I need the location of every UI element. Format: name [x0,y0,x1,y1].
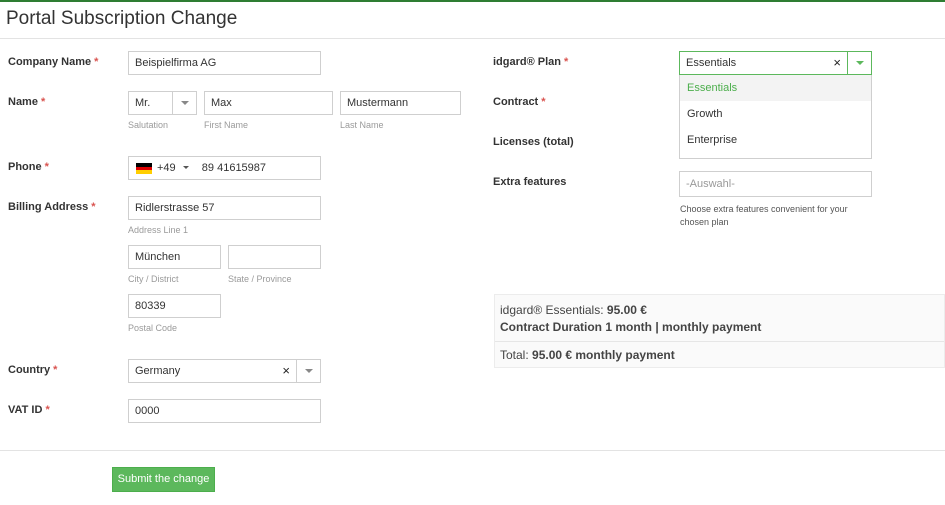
plan-value: Essentials [686,57,737,69]
salutation-value: Mr. [135,97,151,109]
clear-icon[interactable]: × [282,360,290,382]
footer-divider [0,450,945,451]
city-hint: City / District [128,274,179,284]
plan-option-enterprise[interactable]: Enterprise [680,127,871,153]
country-label: Country * [8,364,58,376]
summary-plan-line: idgard® Essentials: 95.00 € [500,303,647,317]
germany-flag-icon[interactable] [136,163,152,175]
chevron-down-icon[interactable] [847,52,871,74]
summary-divider [495,341,944,342]
city-input[interactable]: München [128,245,221,269]
last-name-hint: Last Name [340,120,384,130]
plan-option-growth[interactable]: Growth [680,101,871,127]
contract-label: Contract * [493,96,546,108]
vat-id-label: VAT ID * [8,404,50,416]
clear-icon[interactable]: × [833,52,841,74]
salutation-select[interactable]: Mr. [128,91,197,115]
postal-code-hint: Postal Code [128,323,178,333]
state-input[interactable] [228,245,321,269]
country-value: Germany [135,365,181,377]
company-name-input[interactable]: Beispielfirma AG [128,51,321,75]
licenses-label: Licenses (total) [493,136,574,148]
first-name-input[interactable]: Max [204,91,333,115]
summary-duration: Contract Duration 1 month | monthly paym… [500,320,762,334]
plan-select[interactable]: Essentials × [679,51,872,75]
plan-dropdown-menu: Essentials Growth Enterprise [679,75,872,159]
address-line1-input[interactable]: Ridlerstrasse 57 [128,196,321,220]
submit-change-button[interactable]: Submit the change [112,467,215,492]
phone-country-code[interactable]: +49 [157,162,176,174]
chevron-down-icon[interactable] [182,165,189,169]
phone-label: Phone * [8,161,49,173]
address-line1-hint: Address Line 1 [128,225,189,235]
company-name-label: Company Name * [8,56,99,68]
name-label: Name * [8,96,46,108]
phone-input[interactable]: +49 89 41615987 [128,156,321,180]
state-hint: State / Province [228,274,292,284]
summary-total-line: Total: 95.00 € monthly payment [500,348,675,362]
page-title: Portal Subscription Change [6,8,238,29]
phone-number-value: 89 41615987 [201,162,267,174]
billing-address-label: Billing Address * [8,201,96,213]
chevron-down-icon[interactable] [296,360,320,382]
salutation-hint: Salutation [128,120,169,130]
price-summary: idgard® Essentials: 95.00 € Contract Dur… [494,294,945,368]
plan-option-essentials[interactable]: Essentials [680,75,871,101]
first-name-hint: First Name [204,120,249,130]
extra-features-help: Choose extra features convenient for you… [680,204,848,227]
extra-features-label: Extra features [493,176,567,188]
top-accent-line [0,0,945,2]
plan-label: idgard® Plan * [493,56,569,68]
country-select[interactable]: Germany × [128,359,321,383]
last-name-input[interactable]: Mustermann [340,91,461,115]
vat-id-input[interactable]: 0000 [128,399,321,423]
extra-features-select[interactable]: -Auswahl- [679,171,872,197]
header-divider [0,38,945,39]
chevron-down-icon[interactable] [172,92,196,114]
postal-code-input[interactable]: 80339 [128,294,221,318]
